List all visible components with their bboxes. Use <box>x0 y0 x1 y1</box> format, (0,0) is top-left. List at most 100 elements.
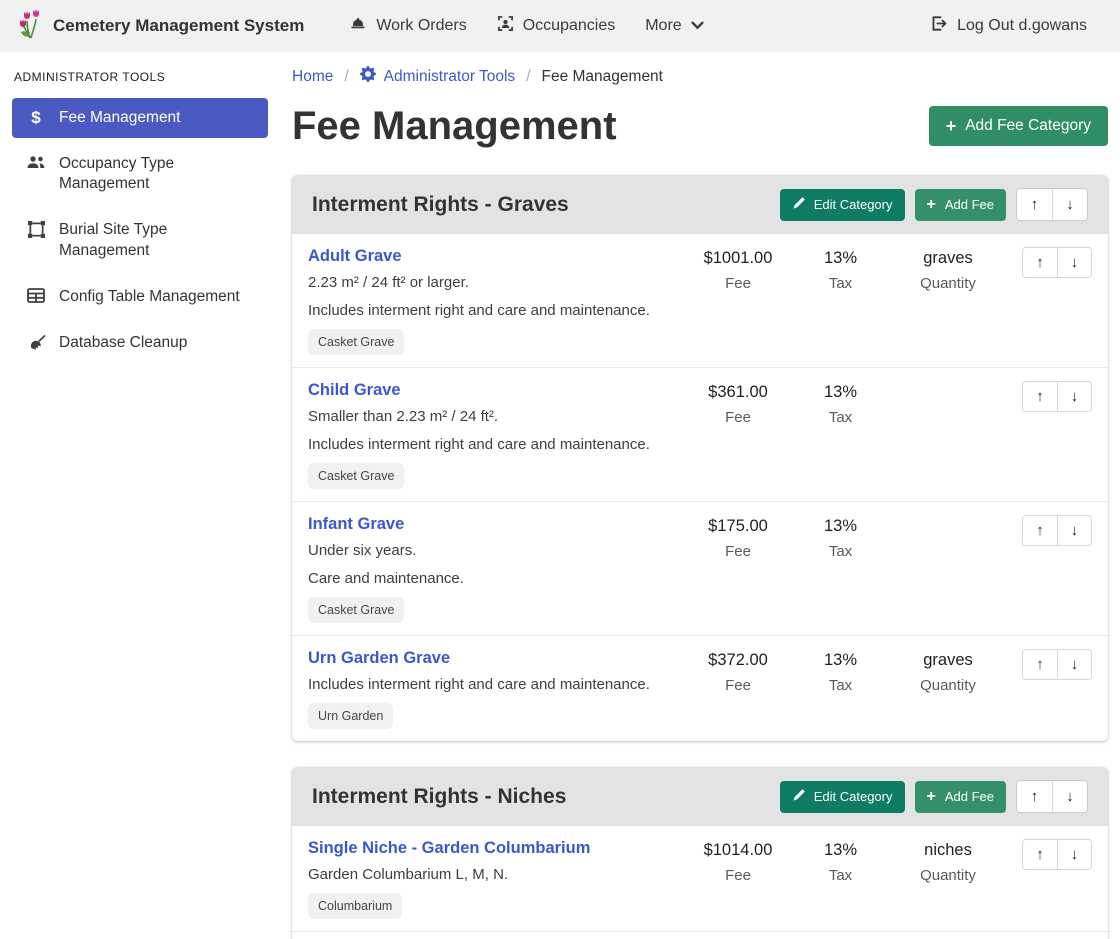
fee-quantity-col: niches Quantity <box>888 839 1008 884</box>
fee-note: Care and maintenance. <box>308 570 677 587</box>
fee-amount-label: Fee <box>683 867 793 884</box>
app-brand[interactable]: Cemetery Management System <box>18 9 304 44</box>
app-title: Cemetery Management System <box>53 16 304 36</box>
add-fee-button[interactable]: + Add Fee <box>915 781 1007 813</box>
fee-tax: 13% <box>793 517 888 536</box>
arrow-down-icon: ↓ <box>1071 846 1079 863</box>
fee-quantity: niches <box>888 841 1008 860</box>
arrow-up-icon: ↑ <box>1036 254 1044 271</box>
move-fee-up-button[interactable]: ↑ <box>1023 650 1057 679</box>
sidebar-item-occupancy-type-management[interactable]: Occupancy Type Management <box>12 144 268 204</box>
fee-row: Urn Garden Grave Includes interment righ… <box>292 635 1108 741</box>
fee-amount: $372.00 <box>683 651 793 670</box>
fee-tax-label: Tax <box>793 543 888 560</box>
sidebar-item-fee-management[interactable]: $ Fee Management <box>12 98 268 138</box>
admin-sidebar: ADMINISTRATOR TOOLS $ Fee Management Occ… <box>0 52 280 939</box>
fee-amount-col: $372.00 Fee <box>683 649 793 694</box>
category-header: Interment Rights - Niches Edit Category … <box>292 767 1108 826</box>
move-category-up-button[interactable]: ↑ <box>1017 189 1052 220</box>
move-fee-up-button[interactable]: ↑ <box>1023 382 1057 411</box>
sidebar-item-label: Fee Management <box>59 108 181 128</box>
move-category-down-button[interactable]: ↓ <box>1052 189 1087 220</box>
fee-name-link[interactable]: Single Niche - Garden Columbarium <box>308 839 590 858</box>
breadcrumb-admin-tools-link[interactable]: Administrator Tools <box>360 66 516 87</box>
edit-category-button[interactable]: Edit Category <box>780 189 905 221</box>
move-category-up-button[interactable]: ↑ <box>1017 781 1052 812</box>
add-fee-button[interactable]: + Add Fee <box>915 189 1007 221</box>
breadcrumb-home-link[interactable]: Home <box>292 68 333 86</box>
fee-desc: Includes interment right and care and ma… <box>308 676 677 693</box>
pencil-icon <box>792 789 805 805</box>
fee-tax-label: Tax <box>793 409 888 426</box>
fee-tax-label: Tax <box>793 867 888 884</box>
move-fee-down-button[interactable]: ↓ <box>1057 516 1091 545</box>
move-fee-up-button[interactable]: ↑ <box>1023 248 1057 277</box>
fee-rows: Single Niche - Garden Columbarium Garden… <box>292 826 1108 939</box>
fee-category-card: Interment Rights - Niches Edit Category … <box>292 767 1108 939</box>
move-fee-down-button[interactable]: ↓ <box>1057 248 1091 277</box>
breadcrumb-admin-tools-label: Administrator Tools <box>384 68 516 86</box>
move-fee-down-button[interactable]: ↓ <box>1057 840 1091 869</box>
fee-name-link[interactable]: Child Grave <box>308 381 401 400</box>
fee-amount: $175.00 <box>683 517 793 536</box>
fee-type-badge: Urn Garden <box>308 703 393 729</box>
sidebar-item-config-table-management[interactable]: Config Table Management <box>12 277 268 317</box>
plus-icon: + <box>927 197 936 213</box>
category-list: Interment Rights - Graves Edit Category … <box>292 175 1108 939</box>
move-category-down-button[interactable]: ↓ <box>1052 781 1087 812</box>
fee-name-link[interactable]: Urn Garden Grave <box>308 649 450 668</box>
people-icon <box>26 155 46 170</box>
move-fee-down-button[interactable]: ↓ <box>1057 382 1091 411</box>
fee-tax-col: 13% Tax <box>793 515 888 560</box>
logout-label: Log Out d.gowans <box>957 17 1087 35</box>
main-content: Home / Administrator Tools / Fee Managem… <box>280 52 1120 939</box>
category-reorder-group: ↑ ↓ <box>1016 188 1088 221</box>
category-reorder-group: ↑ ↓ <box>1016 780 1088 813</box>
logout-button[interactable]: Log Out d.gowans <box>930 15 1087 37</box>
fee-reorder-group: ↑ ↓ <box>1022 839 1092 870</box>
top-navbar: Cemetery Management System Work Orders O… <box>0 0 1120 52</box>
nav-occupancies[interactable]: Occupancies <box>497 15 616 37</box>
person-bounding-box-icon <box>497 15 514 37</box>
fee-amount: $1014.00 <box>683 841 793 860</box>
arrow-up-icon: ↑ <box>1036 656 1044 673</box>
fee-amount-col: $1001.00 Fee <box>683 247 793 292</box>
move-fee-up-button[interactable]: ↑ <box>1023 840 1057 869</box>
plus-icon: + <box>946 117 957 135</box>
edit-category-label: Edit Category <box>814 789 893 804</box>
move-fee-up-button[interactable]: ↑ <box>1023 516 1057 545</box>
arrow-down-icon: ↓ <box>1066 788 1074 805</box>
fee-amount-label: Fee <box>683 677 793 694</box>
fee-type-badge: Casket Grave <box>308 597 404 623</box>
fee-row: Child Grave Smaller than 2.23 m² / 24 ft… <box>292 367 1108 501</box>
category-title: Interment Rights - Niches <box>312 785 770 809</box>
category-title: Interment Rights - Graves <box>312 193 770 217</box>
sidebar-item-database-cleanup[interactable]: Database Cleanup <box>12 323 268 363</box>
fee-desc: Smaller than 2.23 m² / 24 ft². <box>308 408 677 425</box>
fee-reorder-group: ↑ ↓ <box>1022 515 1092 546</box>
fee-reorder-group: ↑ ↓ <box>1022 649 1092 680</box>
sidebar-item-label: Database Cleanup <box>59 333 187 353</box>
arrow-up-icon: ↑ <box>1031 196 1039 213</box>
nav-more-dropdown[interactable]: More <box>645 17 703 35</box>
bounding-box-icon <box>26 221 46 238</box>
nav-work-orders[interactable]: Work Orders <box>349 16 466 37</box>
fee-name-link[interactable]: Adult Grave <box>308 247 402 266</box>
fee-type-badge: Casket Grave <box>308 329 404 355</box>
move-fee-down-button[interactable]: ↓ <box>1057 650 1091 679</box>
nav-occupancies-label: Occupancies <box>523 17 616 35</box>
tulip-logo-icon <box>18 9 44 44</box>
breadcrumb: Home / Administrator Tools / Fee Managem… <box>292 66 1108 87</box>
fee-desc: Under six years. <box>308 542 677 559</box>
edit-category-button[interactable]: Edit Category <box>780 781 905 813</box>
sidebar-item-burial-site-type-management[interactable]: Burial Site Type Management <box>12 210 268 270</box>
fee-name-link[interactable]: Infant Grave <box>308 515 404 534</box>
fee-quantity: graves <box>888 249 1008 268</box>
category-header: Interment Rights - Graves Edit Category … <box>292 175 1108 234</box>
arrow-down-icon: ↓ <box>1066 196 1074 213</box>
gear-icon <box>360 66 376 87</box>
add-fee-category-button[interactable]: + Add Fee Category <box>929 106 1108 146</box>
fee-reorder-group: ↑ ↓ <box>1022 247 1092 278</box>
fee-quantity-label: Quantity <box>888 867 1008 884</box>
fee-type-badge: Columbarium <box>308 893 402 919</box>
